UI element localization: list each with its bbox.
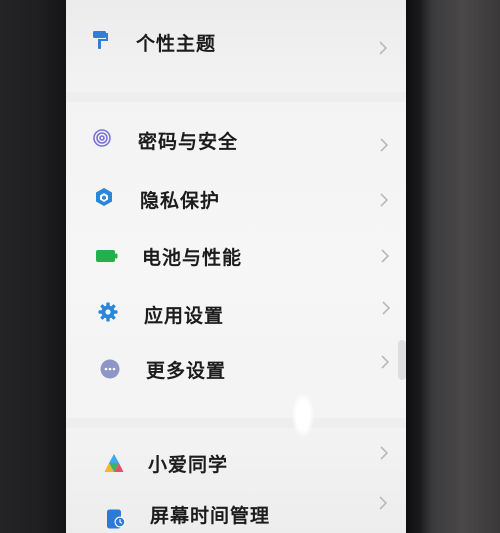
settings-item-label: 密码与安全 (138, 131, 239, 153)
settings-item-label: 应用设置 (144, 305, 225, 327)
settings-item-xiaoai[interactable]: 小爱同学 (66, 437, 406, 487)
chevron-right-icon (378, 40, 388, 55)
settings-item-battery[interactable]: 电池与性能 (66, 231, 406, 281)
section-divider (66, 418, 406, 428)
more-dots-icon (100, 359, 120, 379)
settings-item-screen-time[interactable]: 屏幕时间管理 (66, 490, 406, 533)
photo-background-left (0, 0, 66, 533)
chevron-right-icon (380, 248, 390, 263)
chevron-right-icon (379, 192, 389, 207)
settings-item-label: 小爱同学 (148, 454, 229, 476)
chevron-right-icon (379, 137, 389, 152)
phone-side-button (398, 340, 406, 380)
fingerprint-icon (92, 128, 112, 148)
paint-roller-icon (91, 30, 111, 50)
settings-item-label: 更多设置 (146, 360, 227, 382)
chevron-right-icon (378, 495, 388, 510)
phone-frame-edge (404, 0, 422, 533)
settings-item-theme[interactable]: 个性主题 (66, 18, 406, 68)
settings-item-more-settings[interactable]: 更多设置 (66, 344, 406, 394)
settings-item-label: 个性主题 (136, 33, 217, 55)
section-divider (66, 92, 406, 102)
chevron-right-icon (380, 354, 390, 369)
chevron-right-icon (381, 300, 391, 315)
screen-time-icon (106, 509, 126, 529)
gear-icon (98, 302, 118, 322)
chevron-right-icon (379, 445, 389, 460)
xiaoai-icon (104, 453, 124, 473)
privacy-cube-icon (94, 187, 114, 207)
light-glare (292, 393, 314, 437)
battery-icon (96, 248, 118, 262)
settings-item-password-security[interactable]: 密码与安全 (66, 115, 406, 165)
settings-item-label: 电池与性能 (142, 247, 243, 269)
settings-item-app-settings[interactable]: 应用设置 (66, 288, 406, 338)
settings-screen: 个性主题 密码与安全 隐私保护 电池与性能 应用设置 更多设置 小爱同学 屏幕时… (66, 0, 406, 533)
settings-item-label: 隐私保护 (140, 190, 221, 212)
settings-item-label: 屏幕时间管理 (150, 505, 271, 527)
settings-item-privacy[interactable]: 隐私保护 (66, 173, 406, 223)
